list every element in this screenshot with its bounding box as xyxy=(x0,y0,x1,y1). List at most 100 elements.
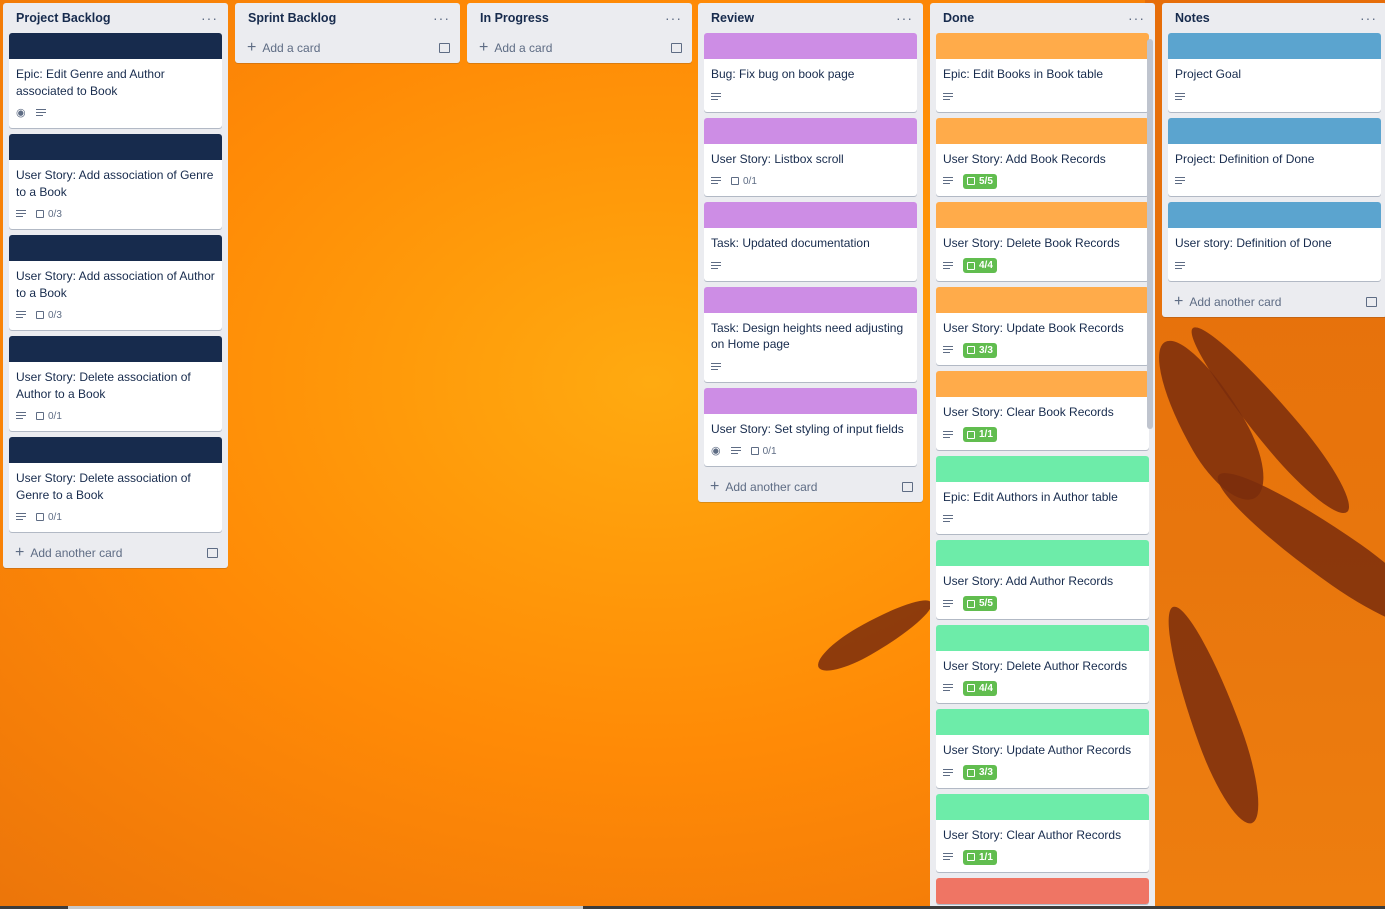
list-title[interactable]: Project Backlog xyxy=(16,11,110,25)
card[interactable]: User Story: Clear Author Records 1/1 xyxy=(936,793,1149,872)
card-cover xyxy=(704,387,917,414)
card-title: User Story: Clear Book Records xyxy=(943,405,1114,419)
eye-icon: ◉ xyxy=(16,106,26,119)
add-card-button[interactable]: + Add another card xyxy=(1162,287,1385,317)
description-icon xyxy=(943,599,953,608)
card-cover xyxy=(704,286,917,313)
card[interactable]: Project: Definition of Done xyxy=(1168,117,1381,196)
card-cover xyxy=(936,117,1149,144)
card[interactable]: User Story: Clear Book Records 1/1 xyxy=(936,371,1149,450)
card[interactable]: Task: Design heights need adjusting on H… xyxy=(704,286,917,382)
card-template-icon[interactable] xyxy=(671,43,682,53)
plus-icon: + xyxy=(1174,292,1184,310)
checklist-count: 1/1 xyxy=(979,851,993,863)
list-title[interactable]: Notes xyxy=(1175,11,1210,25)
card-cover xyxy=(1168,202,1381,228)
list-title[interactable]: Sprint Backlog xyxy=(248,11,336,25)
card[interactable]: Epic: Edit Authors in Author table xyxy=(936,455,1149,535)
card-badges: 1/1 xyxy=(943,847,1142,867)
card-template-icon[interactable] xyxy=(1366,296,1377,307)
list-header: Notes ··· xyxy=(1162,3,1385,33)
checkbox-icon xyxy=(967,768,975,777)
description-icon xyxy=(711,362,721,371)
card-list: Project Goal Project: Definition of Done… xyxy=(1162,33,1385,281)
checklist-badge: 3/3 xyxy=(963,765,997,780)
card[interactable]: User Story: Add association of Author to… xyxy=(9,235,222,330)
checklist-badge: 0/1 xyxy=(731,176,757,187)
card-cover xyxy=(936,878,1149,904)
card[interactable] xyxy=(936,878,1149,904)
card-body: User Story: Update Author Records 3/3 xyxy=(936,735,1149,788)
list-menu-icon[interactable]: ··· xyxy=(1360,11,1377,25)
card-cover xyxy=(1168,117,1381,144)
list-header: Sprint Backlog ··· xyxy=(235,3,460,33)
list-0: Project Backlog ··· Epic: Edit Genre and… xyxy=(3,3,228,568)
add-card-button[interactable]: + Add a card xyxy=(235,33,460,63)
card[interactable]: User Story: Update Book Records 3/3 xyxy=(936,286,1149,365)
card-title: User Story: Delete association of Genre … xyxy=(16,471,191,502)
card[interactable]: User Story: Add association of Genre to … xyxy=(9,134,222,229)
card[interactable]: Bug: Fix bug on book page xyxy=(704,33,917,112)
description-icon xyxy=(943,92,953,101)
card-title: Epic: Edit Books in Book table xyxy=(943,67,1104,81)
card-body: User Story: Clear Book Records 1/1 xyxy=(936,397,1149,450)
card-badges xyxy=(1175,87,1374,107)
card-body: Epic: Edit Authors in Author table xyxy=(936,482,1149,535)
card[interactable]: User Story: Listbox scroll 0/1 xyxy=(704,117,917,196)
checklist-badge: 0/3 xyxy=(36,209,62,220)
card-template-icon[interactable] xyxy=(207,548,218,558)
card-badges xyxy=(943,509,1142,529)
card[interactable]: User Story: Delete association of Author… xyxy=(9,336,222,431)
add-card-button[interactable]: + Add a card xyxy=(467,33,692,63)
card[interactable]: User story: Definition of Done xyxy=(1168,202,1381,281)
add-card-button[interactable]: + Add another card xyxy=(698,472,923,502)
card[interactable]: User Story: Add Book Records 5/5 xyxy=(936,117,1149,196)
card-body: User Story: Set styling of input fields … xyxy=(704,414,917,467)
card-cover xyxy=(9,235,222,261)
card[interactable]: User Story: Set styling of input fields … xyxy=(704,387,917,467)
description-icon xyxy=(16,210,26,218)
card-body: User Story: Add association of Genre to … xyxy=(9,160,222,229)
checklist-badge: 0/3 xyxy=(36,310,62,321)
card-badges: 0/1 xyxy=(16,507,215,527)
list-menu-icon[interactable]: ··· xyxy=(665,11,682,25)
description-icon xyxy=(16,311,26,319)
list-title[interactable]: Done xyxy=(943,11,974,25)
list-title[interactable]: In Progress xyxy=(480,11,549,25)
list-menu-icon[interactable]: ··· xyxy=(896,11,913,25)
card[interactable]: Epic: Edit Genre and Author associated t… xyxy=(9,33,222,128)
card-title: User Story: Delete Book Records xyxy=(943,236,1120,250)
card-template-icon[interactable] xyxy=(902,482,913,492)
list-2: In Progress ··· + Add a card xyxy=(467,3,692,63)
card-body: User story: Definition of Done xyxy=(1168,228,1381,281)
checkbox-icon xyxy=(967,261,975,270)
card[interactable]: User Story: Delete Author Records 4/4 xyxy=(936,624,1149,703)
card[interactable]: Task: Updated documentation xyxy=(704,202,917,281)
eye-icon: ◉ xyxy=(711,444,721,457)
card-title: Epic: Edit Authors in Author table xyxy=(943,489,1118,504)
description-icon xyxy=(711,261,721,270)
card-cover xyxy=(936,709,1149,735)
add-card-button[interactable]: + Add another card xyxy=(3,538,228,568)
card[interactable]: User Story: Delete Book Records 4/4 xyxy=(936,202,1149,281)
checkbox-icon xyxy=(36,412,44,420)
list-menu-icon[interactable]: ··· xyxy=(1128,11,1145,25)
list-title[interactable]: Review xyxy=(711,11,754,25)
list-5: Notes ··· Project Goal Project: Definiti… xyxy=(1162,3,1385,317)
card[interactable]: User Story: Add Author Records 5/5 xyxy=(936,540,1149,619)
card[interactable]: User Story: Delete association of Genre … xyxy=(9,437,222,532)
checklist-badge: 5/5 xyxy=(963,596,997,611)
card[interactable]: Project Goal xyxy=(1168,33,1381,112)
plus-icon: + xyxy=(247,39,257,56)
card[interactable]: User Story: Update Author Records 3/3 xyxy=(936,709,1149,788)
list-header: In Progress ··· xyxy=(467,3,692,33)
checklist-count: 4/4 xyxy=(979,682,993,694)
card-title: Project: Definition of Done xyxy=(1175,151,1315,166)
card-template-icon[interactable] xyxy=(439,43,450,53)
card[interactable]: Epic: Edit Books in Book table xyxy=(936,33,1149,112)
list-menu-icon[interactable]: ··· xyxy=(433,11,450,25)
checklist-count: 4/4 xyxy=(979,260,993,271)
list-menu-icon[interactable]: ··· xyxy=(201,11,218,25)
list-scrollbar[interactable] xyxy=(1147,39,1153,429)
checklist-count: 0/3 xyxy=(48,309,62,321)
